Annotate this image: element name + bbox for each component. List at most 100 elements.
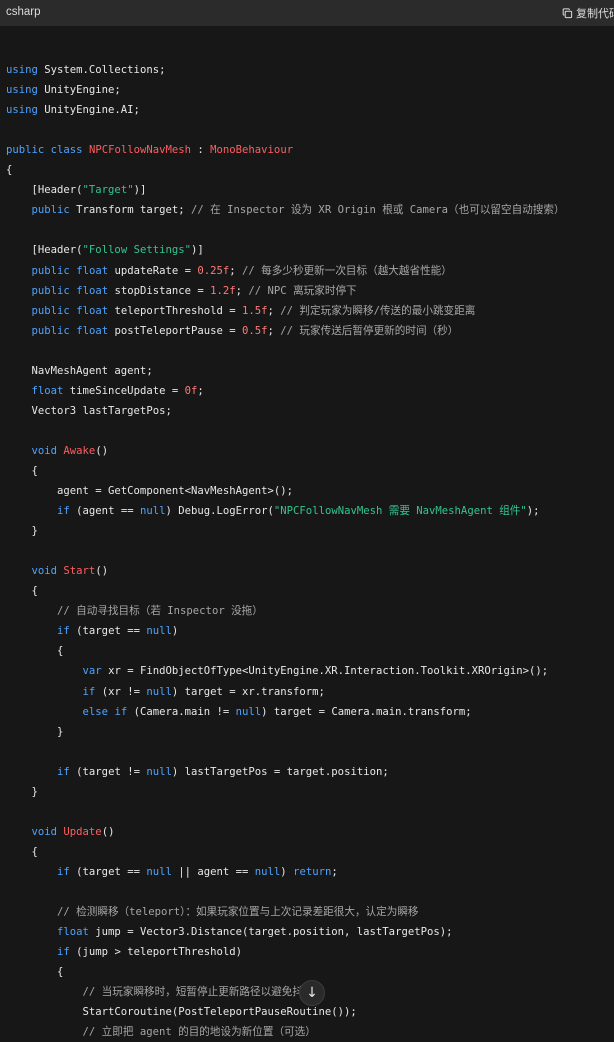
- code-token: ) target = Camera.main.transform;: [261, 705, 472, 718]
- code-token: (): [101, 825, 115, 838]
- code-token: Vector3 lastTargetPos;: [6, 404, 172, 417]
- code-line: if (xr != null) target = xr.transform;: [6, 682, 565, 702]
- code-line: if (target != null) lastTargetPos = targ…: [6, 762, 565, 782]
- code-token: null: [139, 505, 166, 518]
- code-token: Start: [63, 565, 96, 578]
- code-token: System.Collections;: [37, 64, 166, 77]
- code-token: )]: [190, 244, 204, 257]
- code-token: (agent ==: [69, 505, 140, 518]
- code-token: ) target = xr.transform;: [171, 685, 325, 698]
- code-token: }: [6, 525, 38, 538]
- code-line: float jump = Vector3.Distance(target.pos…: [6, 922, 565, 942]
- code-token: ;: [229, 264, 243, 277]
- code-line: // 检测瞬移（teleport）：如果玩家位置与上次记录差距很大，认定为瞬移: [6, 902, 565, 922]
- code-line: float timeSinceUpdate = 0f;: [6, 381, 565, 401]
- code-line: StartCoroutine(PostTeleportPauseRoutine(…: [6, 1002, 565, 1022]
- code-token: float: [76, 284, 109, 297]
- code-token: (target !=: [69, 765, 147, 778]
- code-line: else if (Camera.main != null) target = C…: [6, 702, 565, 722]
- code-token: timeSinceUpdate =: [63, 384, 185, 397]
- code-line: public class NPCFollowNavMesh : MonoBeha…: [6, 140, 565, 160]
- code-token: null: [146, 865, 172, 878]
- code-token: );: [526, 505, 540, 518]
- code-token: null: [146, 625, 172, 638]
- code-token: if: [57, 865, 70, 878]
- code-token: teleportThreshold =: [108, 304, 243, 317]
- code-line: }: [6, 521, 565, 541]
- code-line: }: [6, 782, 565, 802]
- scroll-down-button[interactable]: ↓: [299, 980, 325, 1006]
- code-token: float: [31, 384, 64, 397]
- code-line: public float updateRate = 0.25f; // 每多少秒…: [6, 261, 565, 281]
- code-token: public: [6, 144, 45, 157]
- code-line: if (target == null): [6, 621, 565, 641]
- code-token: // 玩家传送后暂停更新的时间（秒）: [280, 324, 459, 337]
- code-line: }: [6, 722, 565, 742]
- code-token: var: [82, 665, 102, 678]
- code-token: (target ==: [69, 625, 147, 638]
- copy-icon: [562, 7, 573, 19]
- code-line: if (jump > teleportThreshold): [6, 942, 565, 962]
- code-token: postTeleportPause =: [108, 324, 243, 337]
- code-line: agent = GetComponent<NavMeshAgent>();: [6, 481, 565, 501]
- code-token: NavMeshAgent agent;: [6, 364, 153, 377]
- code-token: using: [6, 64, 38, 77]
- code-language-label: csharp: [6, 6, 41, 18]
- code-token: float: [76, 264, 109, 277]
- code-token: // 自动寻找目标（若 Inspector 没拖）: [57, 605, 263, 618]
- code-line: [Header("Follow Settings")]: [6, 240, 565, 260]
- copy-code-label: 复制代码: [576, 8, 614, 20]
- code-line: {: [6, 581, 565, 601]
- code-token: ;: [267, 324, 281, 337]
- code-token: void: [31, 444, 58, 457]
- code-token: "NPCFollowNavMesh 需要 NavMeshAgent 组件": [273, 505, 527, 518]
- code-token: 0f: [184, 384, 198, 397]
- code-token: class: [50, 144, 83, 157]
- code-token: if: [57, 765, 70, 778]
- code-token: void: [31, 565, 58, 578]
- code-token: else: [82, 705, 109, 718]
- code-token: {: [6, 845, 38, 858]
- code-token: ) Debug.LogError(: [165, 505, 274, 518]
- code-line: {: [6, 962, 565, 982]
- code-token: (): [95, 444, 109, 457]
- code-token: Update: [63, 825, 102, 838]
- code-token: || agent ==: [171, 865, 255, 878]
- code-token: (xr !=: [95, 685, 147, 698]
- code-token: updateRate =: [108, 264, 198, 277]
- code-token: )]: [133, 184, 147, 197]
- code-token: ;: [331, 865, 338, 878]
- code-token: null: [254, 865, 281, 878]
- code-token: using: [6, 84, 38, 97]
- code-token: }: [6, 725, 64, 738]
- code-token: ) lastTargetPos = target.position;: [171, 765, 389, 778]
- code-token: ;: [235, 284, 249, 297]
- copy-code-button[interactable]: 复制代码: [562, 5, 614, 21]
- code-line: // 当玩家瞬移时，短暂停止更新路径以避免抖动: [6, 982, 565, 1002]
- code-token: // 判定玩家为瞬移/传送的最小跳变距离: [280, 304, 476, 317]
- code-token: 1.2f: [210, 284, 236, 297]
- code-content[interactable]: using System.Collections; using UnityEngi…: [6, 40, 565, 1042]
- code-token: Transform target;: [69, 204, 191, 217]
- code-token: ;: [267, 304, 281, 317]
- code-token: ;: [197, 384, 204, 397]
- code-token: void: [31, 825, 58, 838]
- code-token: null: [146, 765, 172, 778]
